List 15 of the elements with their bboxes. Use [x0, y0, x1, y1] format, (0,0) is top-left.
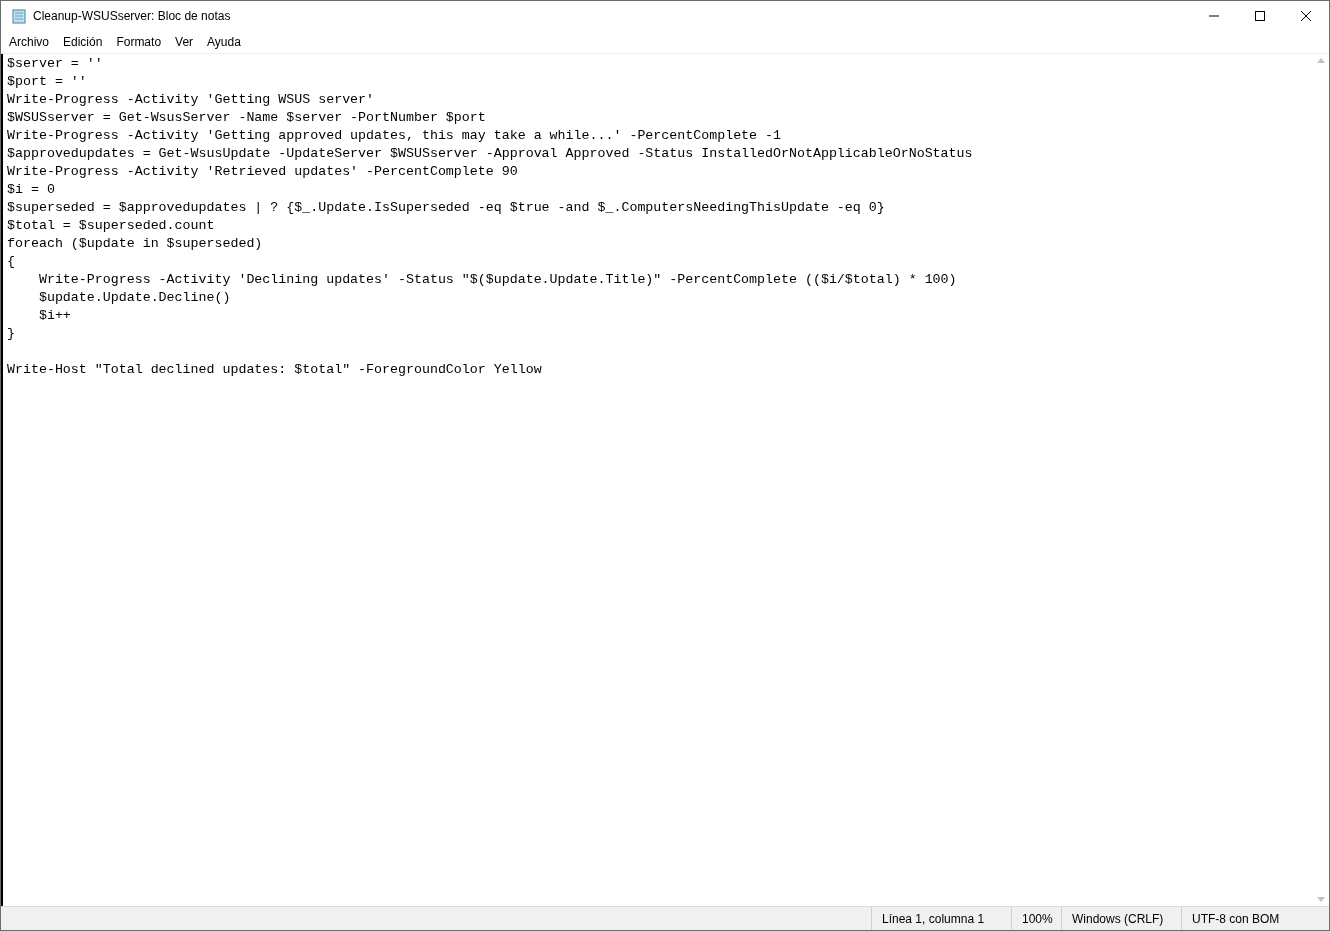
status-text: 100% [1011, 907, 1061, 930]
status-text: UTF-8 con BOM [1181, 907, 1301, 930]
maximize-icon [1255, 11, 1265, 21]
scroll-up-icon [1316, 58, 1325, 63]
menu-item[interactable]: Ver [168, 32, 201, 52]
status-text: Línea 1, columna 1 [871, 907, 1011, 930]
scroll-down-icon [1316, 897, 1325, 902]
menu-item[interactable]: Formato [109, 32, 169, 52]
menu-item[interactable]: Archivo [2, 32, 56, 52]
close-icon [1301, 11, 1311, 21]
menu-item[interactable]: Ayuda [200, 32, 248, 52]
status-text: Windows (CRLF) [1061, 907, 1181, 930]
menu-item[interactable]: Edición [56, 32, 110, 52]
window-title: Cleanup-WSUSserver: Bloc de notas [33, 8, 231, 25]
notepad-icon [11, 8, 27, 24]
